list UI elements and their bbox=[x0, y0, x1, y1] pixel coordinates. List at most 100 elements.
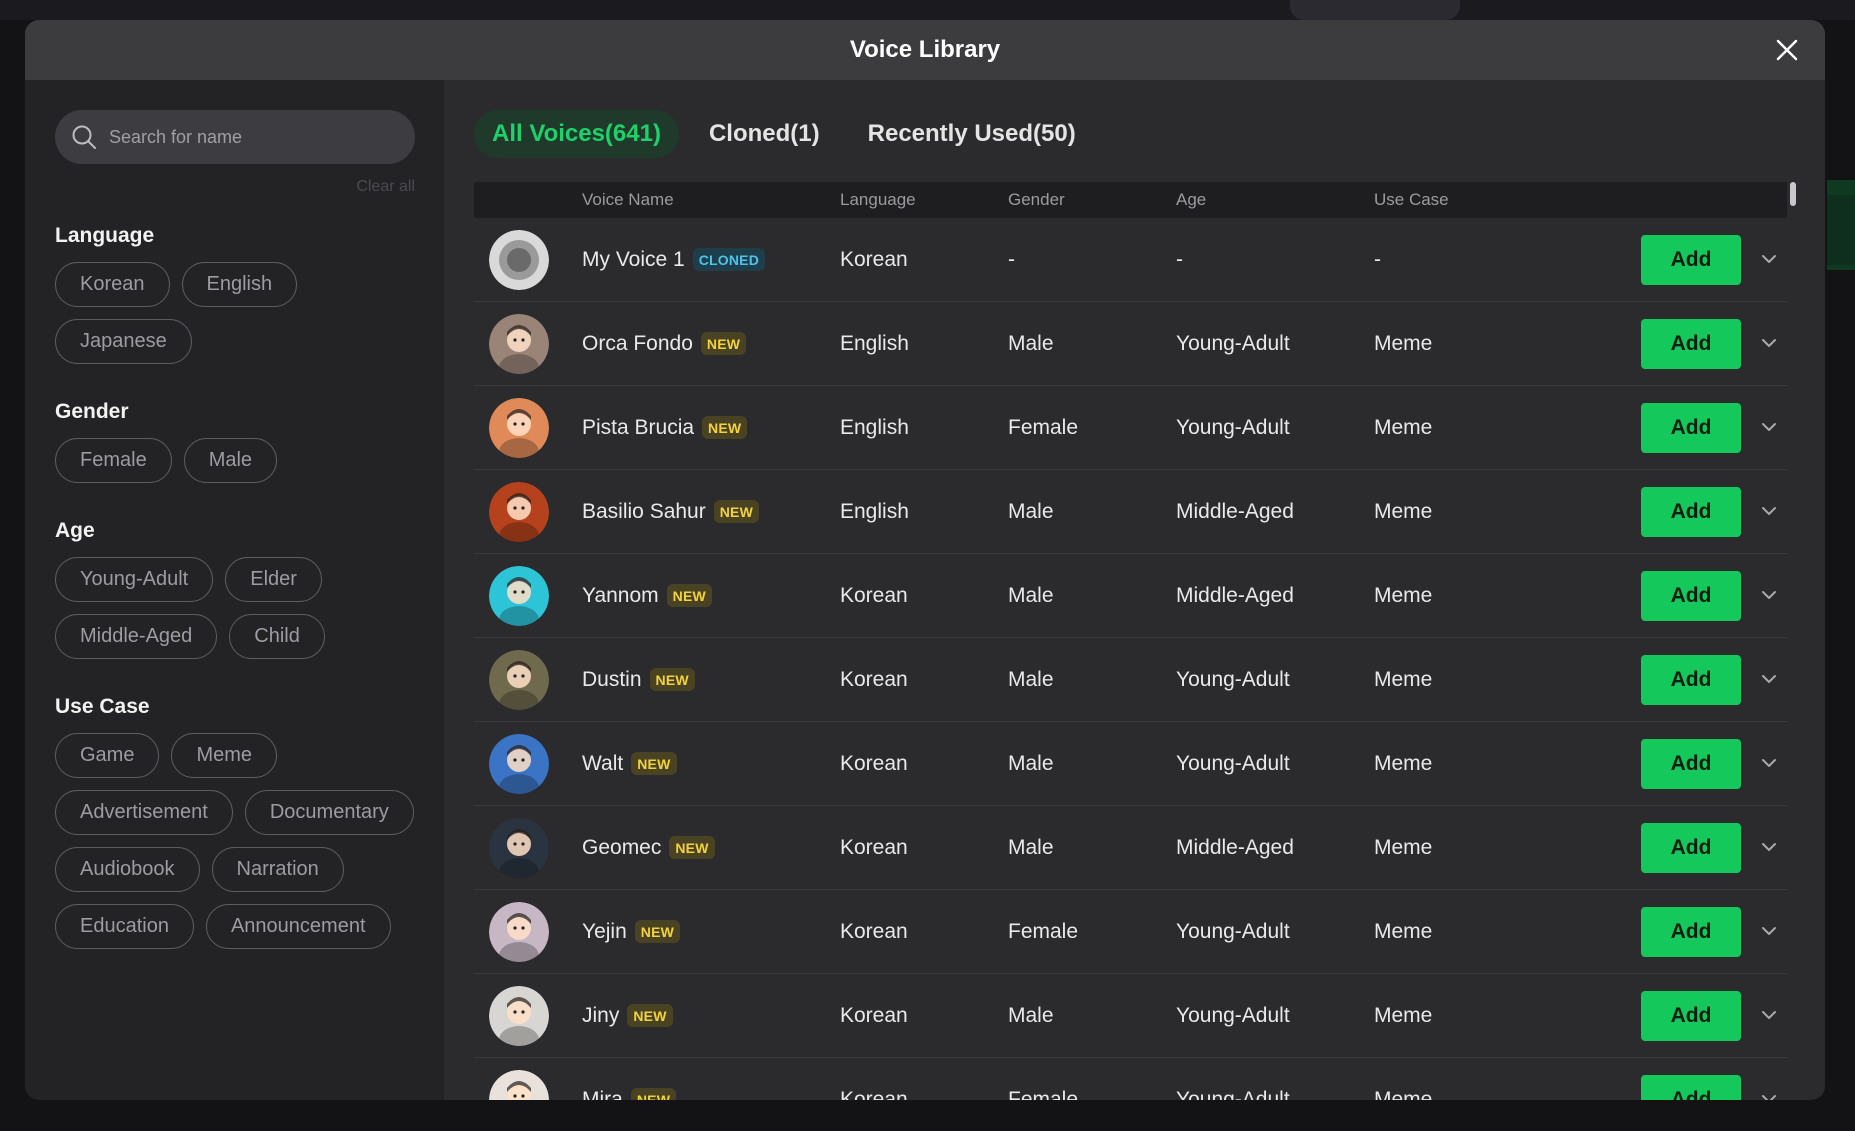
table-row[interactable]: My Voice 1 CLONED Korean - - - Add bbox=[474, 218, 1787, 302]
add-voice-button[interactable]: Add bbox=[1641, 403, 1741, 453]
age-cell: - bbox=[1176, 247, 1183, 271]
avatar bbox=[489, 397, 549, 458]
filter-chip[interactable]: Young-Adult bbox=[55, 557, 214, 602]
filter-chip[interactable]: Female bbox=[55, 438, 172, 483]
use-case-cell: Meme bbox=[1374, 835, 1433, 859]
close-button[interactable] bbox=[1769, 32, 1805, 68]
filter-chip[interactable]: Japanese bbox=[55, 319, 192, 364]
gender-cell: Male bbox=[1008, 331, 1054, 355]
use-case-cell: Meme bbox=[1374, 499, 1433, 523]
chevron-down-icon[interactable] bbox=[1758, 584, 1780, 606]
clear-all-link[interactable]: Clear all bbox=[55, 178, 415, 200]
add-voice-button[interactable]: Add bbox=[1641, 739, 1741, 789]
use-case-cell: Meme bbox=[1374, 331, 1433, 355]
filter-chip[interactable]: Child bbox=[229, 614, 325, 659]
gender-cell: - bbox=[1008, 247, 1015, 271]
filter-chip[interactable]: Game bbox=[55, 733, 160, 778]
gender-cell: Female bbox=[1008, 415, 1079, 439]
filter-chip[interactable]: Korean bbox=[55, 262, 170, 307]
table-row[interactable]: Mira NEW Korean Female Young-Adult Meme Add bbox=[474, 1058, 1787, 1100]
voice-library-modal: Voice Library Clear all LanguageKoreanEn… bbox=[25, 20, 1825, 1100]
chevron-down-icon[interactable] bbox=[1758, 500, 1780, 522]
gender-cell: Male bbox=[1008, 499, 1054, 523]
new-badge: NEW bbox=[702, 416, 748, 439]
language-cell: Korean bbox=[840, 919, 908, 943]
age-cell: Young-Adult bbox=[1176, 1087, 1290, 1101]
chevron-down-icon[interactable] bbox=[1758, 920, 1780, 942]
add-voice-button[interactable]: Add bbox=[1641, 823, 1741, 873]
table-header: Voice Name Language Gender Age Use Case bbox=[474, 182, 1787, 218]
add-voice-button[interactable]: Add bbox=[1641, 1075, 1741, 1100]
tab-all-voices[interactable]: All Voices(641) bbox=[474, 110, 679, 158]
add-voice-button[interactable]: Add bbox=[1641, 571, 1741, 621]
filter-sidebar: Clear all Language KoreanEnglish Japanese G… bbox=[25, 80, 444, 1100]
chevron-down-icon[interactable] bbox=[1758, 836, 1780, 858]
chevron-down-icon[interactable] bbox=[1758, 1004, 1780, 1026]
filter-chip[interactable]: Education bbox=[55, 904, 194, 949]
tab-recently-used[interactable]: Recently Used(50) bbox=[850, 110, 1094, 158]
add-voice-button[interactable]: Add bbox=[1641, 655, 1741, 705]
voice-table-body: My Voice 1 CLONED Korean - - - Add Orca Fondo NE… bbox=[474, 218, 1787, 1100]
table-row[interactable]: Jiny NEW Korean Male Young-Adult Meme Add bbox=[474, 974, 1787, 1058]
filter-chip[interactable]: Meme bbox=[171, 733, 278, 778]
chevron-down-icon[interactable] bbox=[1758, 752, 1780, 774]
gender-cell: Male bbox=[1008, 835, 1054, 859]
age-cell: Young-Adult bbox=[1176, 667, 1290, 691]
chevron-down-icon[interactable] bbox=[1758, 248, 1780, 270]
filter-chip[interactable]: Middle-Aged bbox=[55, 614, 218, 659]
new-badge: NEW bbox=[630, 1088, 677, 1100]
chevron-down-icon[interactable] bbox=[1758, 1088, 1780, 1100]
search-icon bbox=[72, 125, 96, 149]
voice-name: Yannom bbox=[582, 583, 659, 607]
header-voice-name: Voice Name bbox=[582, 190, 674, 209]
filter-chip[interactable]: Announcement bbox=[205, 904, 391, 949]
search-input[interactable] bbox=[109, 126, 389, 148]
avatar-cell bbox=[474, 985, 582, 1046]
chevron-down-icon[interactable] bbox=[1758, 332, 1780, 354]
filter-chip[interactable]: English bbox=[181, 262, 298, 307]
table-row[interactable]: Yejin NEW Korean Female Young-Adult Meme Add bbox=[474, 890, 1787, 974]
table-row[interactable]: Yannom NEW Korean Male Middle-Aged Meme Add bbox=[474, 554, 1787, 638]
tab-bar: All Voices(641) Cloned(1) Recently Used(… bbox=[474, 110, 1094, 158]
table-row[interactable]: Pista Brucia NEW English Female Young-Adult M… bbox=[474, 386, 1787, 470]
chevron-down-icon[interactable] bbox=[1758, 416, 1780, 438]
add-voice-button[interactable]: Add bbox=[1641, 991, 1741, 1041]
avatar bbox=[489, 1069, 549, 1100]
avatar-cell bbox=[474, 901, 582, 962]
use-case-cell: Meme bbox=[1374, 919, 1433, 943]
age-cell: Young-Adult bbox=[1176, 751, 1290, 775]
voice-name-cell: Yejin NEW bbox=[582, 920, 840, 944]
filter-chip[interactable]: Documentary bbox=[244, 790, 414, 835]
voice-name-cell: Mira NEW bbox=[582, 1088, 840, 1100]
language-cell: Korean bbox=[840, 247, 908, 271]
search-box[interactable] bbox=[55, 110, 415, 164]
filter-chip[interactable]: Audiobook bbox=[55, 847, 200, 892]
add-voice-button[interactable]: Add bbox=[1641, 487, 1741, 537]
language-cell: Korean bbox=[840, 583, 908, 607]
filter-chip[interactable]: Male bbox=[183, 438, 278, 483]
filter-chip[interactable]: Elder bbox=[225, 557, 322, 602]
voice-list-panel: All Voices(641) Cloned(1) Recently Used(… bbox=[444, 80, 1825, 1100]
age-cell: Middle-Aged bbox=[1176, 835, 1294, 859]
filter-chip[interactable]: Advertisement bbox=[55, 790, 233, 835]
scrollbar-thumb[interactable] bbox=[1790, 182, 1796, 206]
new-badge: NEW bbox=[631, 752, 677, 775]
avatar bbox=[489, 649, 549, 710]
table-row[interactable]: Walt NEW Korean Male Young-Adult Meme Add bbox=[474, 722, 1787, 806]
table-row[interactable]: Orca Fondo NEW English Male Young-Adult Meme A… bbox=[474, 302, 1787, 386]
table-row[interactable]: Geomec NEW Korean Male Middle-Aged Meme Add bbox=[474, 806, 1787, 890]
tab-cloned[interactable]: Cloned(1) bbox=[691, 110, 838, 158]
use-case-cell: Meme bbox=[1374, 1003, 1433, 1027]
add-voice-button[interactable]: Add bbox=[1641, 235, 1741, 285]
background-strip bbox=[0, 0, 1855, 20]
filter-group-title: Gender bbox=[55, 400, 129, 423]
new-badge: NEW bbox=[700, 332, 747, 355]
table-row[interactable]: Basilio Sahur NEW English Male Middle-Aged Me… bbox=[474, 470, 1787, 554]
add-voice-button[interactable]: Add bbox=[1641, 907, 1741, 957]
chevron-down-icon[interactable] bbox=[1758, 668, 1780, 690]
filter-group-title: Language bbox=[55, 224, 155, 247]
add-voice-button[interactable]: Add bbox=[1641, 319, 1741, 369]
table-row[interactable]: Dustin NEW Korean Male Young-Adult Meme Add bbox=[474, 638, 1787, 722]
header-age: Age bbox=[1176, 190, 1207, 209]
filter-chip[interactable]: Narration bbox=[211, 847, 344, 892]
